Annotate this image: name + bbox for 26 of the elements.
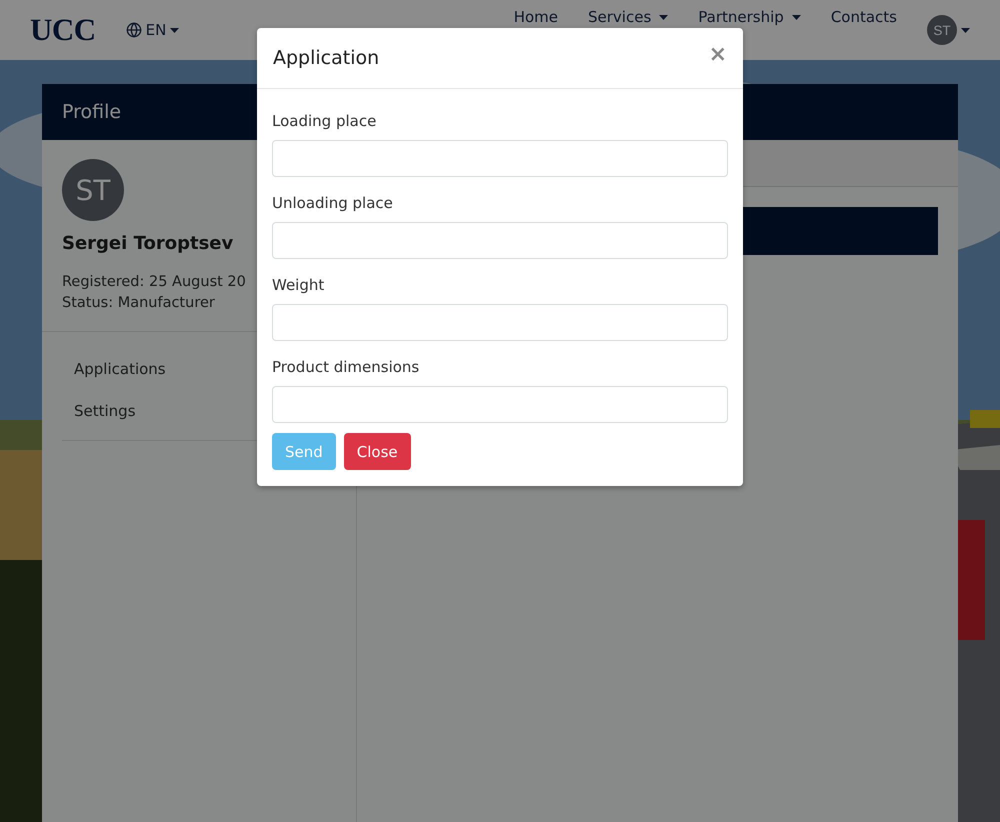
nav-dropdown[interactable]: Services	[588, 8, 668, 26]
avatar: ST	[927, 15, 957, 45]
profile-detail: Status: Manufacturer	[62, 295, 215, 311]
input-field[interactable]	[272, 222, 728, 259]
caret-icon	[170, 28, 180, 32]
close-button[interactable]: ×	[708, 42, 727, 66]
profile-detail: Registered: 25 August 20	[62, 274, 246, 290]
close-button[interactable]: Close	[344, 433, 411, 470]
field-label: Loading place	[272, 112, 378, 130]
field-label: Weight	[272, 276, 326, 294]
language-dropdown[interactable]: EN	[126, 21, 180, 39]
input-field[interactable]	[272, 304, 728, 341]
avatar: ST	[62, 159, 124, 221]
caret-icon	[961, 28, 970, 32]
user-name: Sergei Toroptsev	[62, 233, 234, 254]
input-field[interactable]	[272, 140, 728, 177]
nav-link[interactable]: Contacts	[830, 8, 897, 26]
input-field[interactable]	[272, 386, 728, 423]
logo[interactable]: UCC	[30, 12, 96, 48]
field-label: Unloading place	[272, 194, 394, 212]
nav-dropdown[interactable]: Partnership	[698, 8, 801, 26]
nav-link[interactable]: Home	[514, 8, 558, 26]
user-menu-button[interactable]: ST	[927, 15, 970, 45]
field-label: Product dimensions	[272, 358, 420, 376]
globe-icon	[126, 22, 142, 38]
modal-title: Application	[273, 47, 380, 69]
